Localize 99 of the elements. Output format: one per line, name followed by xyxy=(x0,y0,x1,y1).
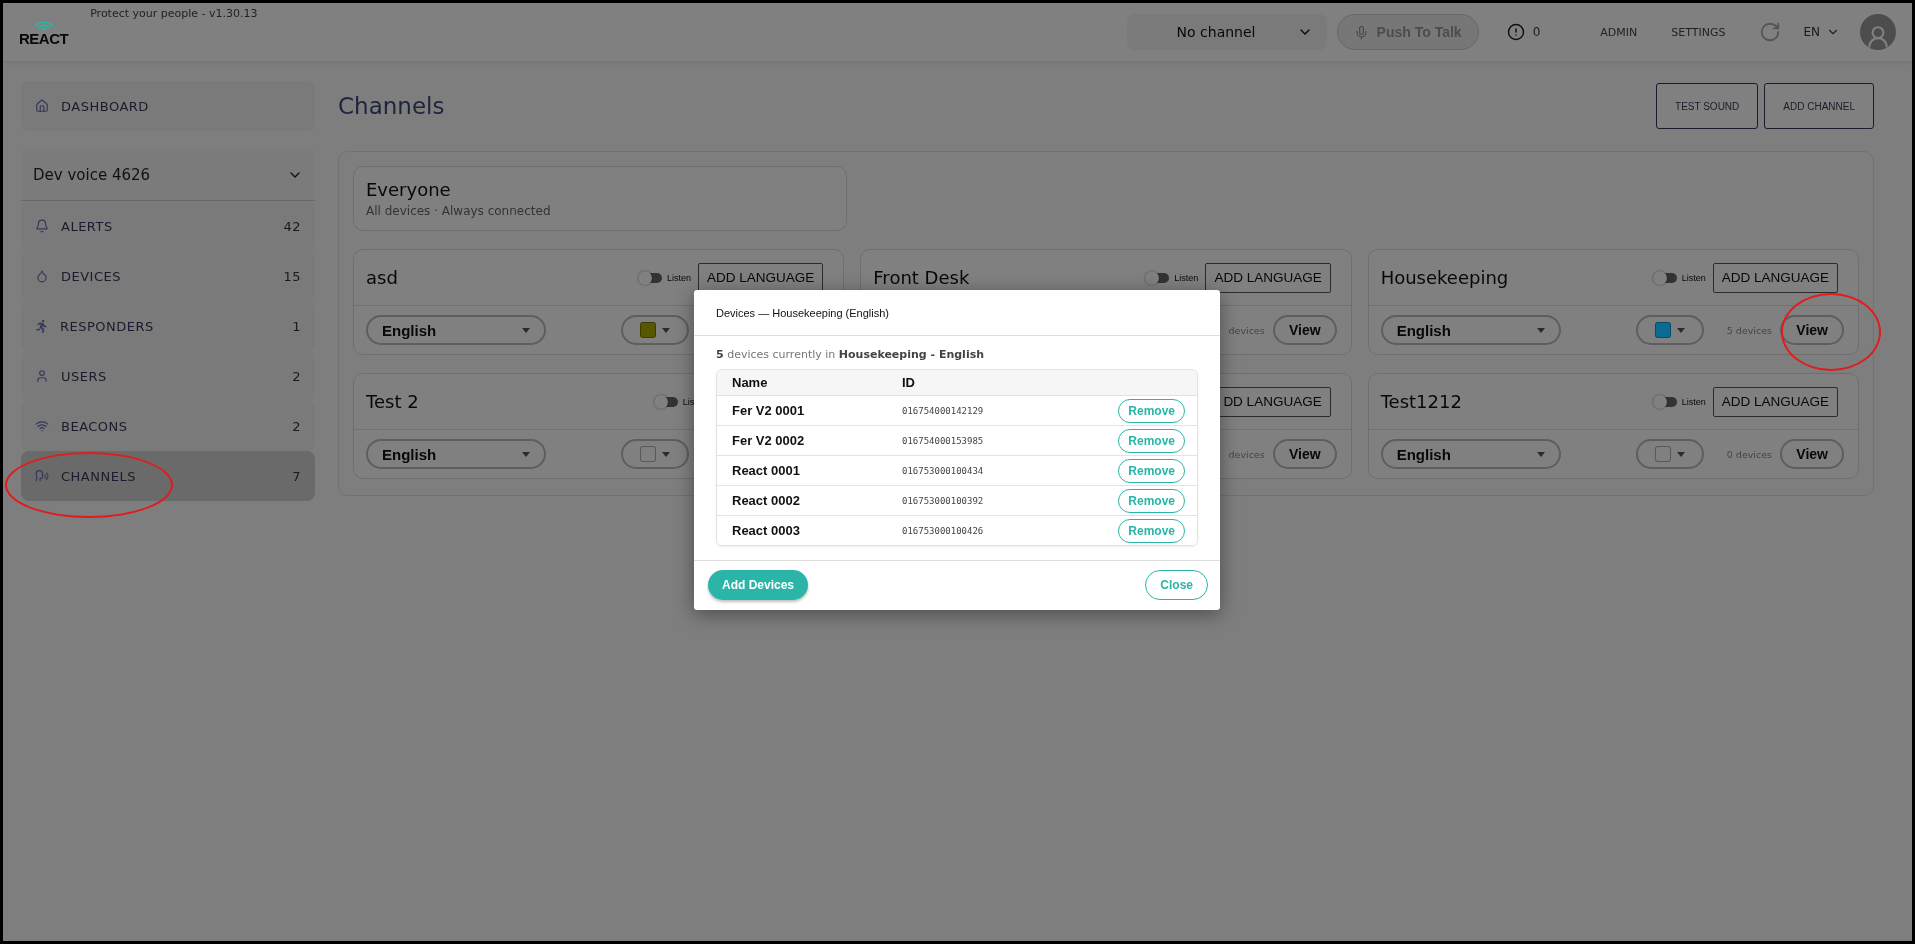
sidebar-item[interactable]: BEACONS 2 xyxy=(21,401,315,451)
listen-label: Lis xyxy=(682,396,695,407)
device-id: 016754000153985 xyxy=(902,435,985,446)
listen-toggle[interactable] xyxy=(640,272,662,283)
item-count: 42 xyxy=(283,218,301,234)
column-header: ID xyxy=(902,375,916,390)
listen-toggle[interactable] xyxy=(1654,396,1677,407)
channel-name: Front Desk xyxy=(873,267,970,288)
caret-icon xyxy=(1677,327,1685,333)
color-select[interactable] xyxy=(1636,315,1704,345)
channel-name: Test 2 xyxy=(366,391,419,412)
caret-icon xyxy=(662,451,671,457)
item-count: 2 xyxy=(292,418,301,434)
outline-button[interactable]: ADD CHANNEL xyxy=(1764,83,1874,129)
alert-icon[interactable] xyxy=(1506,23,1525,41)
device-id: 016753000100392 xyxy=(902,495,985,506)
dialog-summary: 5 devices currently in Housekeeping - English xyxy=(716,348,986,361)
remove-button[interactable]: Remove xyxy=(1118,488,1185,513)
caret-icon xyxy=(1536,327,1545,333)
listen-label: Listen xyxy=(1681,396,1706,407)
runner-icon xyxy=(35,319,48,333)
language-select[interactable]: English xyxy=(366,315,546,345)
caret-icon xyxy=(522,327,530,333)
sidebar-item[interactable]: RESPONDERS 1 xyxy=(21,301,315,351)
wifi-icon xyxy=(35,419,49,433)
card-title: Everyone xyxy=(366,179,452,200)
color-select[interactable] xyxy=(1636,439,1704,469)
view-button[interactable]: View xyxy=(1273,439,1337,469)
remove-button[interactable]: Remove xyxy=(1118,518,1185,543)
device-id: 016753000100426 xyxy=(902,525,985,536)
close-button[interactable]: Close xyxy=(1145,570,1208,600)
channel-name: asd xyxy=(366,267,398,288)
listen-label: Listen xyxy=(1174,272,1199,283)
sidebar-item[interactable]: CHANNELS 7 xyxy=(21,451,315,501)
sidebar-item[interactable]: ALERTS 42 xyxy=(21,201,315,251)
outline-button[interactable]: TEST SOUND xyxy=(1656,83,1759,129)
language-select[interactable]: English xyxy=(1380,315,1561,345)
microphone-icon xyxy=(1353,24,1369,40)
channel-select[interactable]: No channel xyxy=(1126,14,1327,50)
caret-icon xyxy=(1677,451,1685,457)
caret-icon xyxy=(662,327,671,333)
device-count: devices xyxy=(1228,448,1265,460)
device-name: Fer V2 0002 xyxy=(732,433,806,448)
language-select[interactable]: English xyxy=(1380,439,1561,469)
item-count: 7 xyxy=(292,468,301,484)
view-button[interactable]: View xyxy=(1273,315,1337,345)
view-button[interactable]: View xyxy=(1780,439,1844,469)
listen-label: Listen xyxy=(1681,272,1706,283)
avatar[interactable] xyxy=(1860,14,1896,50)
remove-button[interactable]: Remove xyxy=(1118,428,1185,453)
listen-toggle[interactable] xyxy=(1654,272,1677,283)
device-name: React 0002 xyxy=(732,493,801,508)
caret-icon xyxy=(522,451,530,457)
item-count: 2 xyxy=(292,368,301,384)
page-title: Channels xyxy=(338,93,446,119)
add-language-button[interactable]: ADD LANGUAGE xyxy=(1712,386,1838,417)
device-name: React 0001 xyxy=(732,463,801,478)
add-devices-button[interactable]: Add Devices xyxy=(708,570,809,600)
alert-count: 0 xyxy=(1532,25,1541,39)
add-language-button[interactable]: ADD LANGUAGE xyxy=(1712,262,1838,293)
column-header: Name xyxy=(732,375,769,390)
droplet-icon xyxy=(35,269,49,283)
card-subtitle: All devices · Always connected xyxy=(366,204,552,218)
add-language-button[interactable]: ADD LANGUAGE xyxy=(698,262,824,293)
listen-toggle[interactable] xyxy=(655,396,678,407)
device-count: devices xyxy=(1228,324,1265,336)
caret-icon xyxy=(1536,451,1545,457)
remove-button[interactable]: Remove xyxy=(1118,458,1185,483)
dialog-title: Devices — Housekeeping (English) xyxy=(694,290,1220,336)
user-icon xyxy=(35,369,49,383)
sidebar-item[interactable]: USERS 2 xyxy=(21,351,315,401)
nav-link[interactable]: SETTINGS xyxy=(1671,25,1726,39)
listen-toggle[interactable] xyxy=(1147,272,1170,283)
language-select[interactable]: EN xyxy=(1803,25,1820,39)
color-select[interactable] xyxy=(621,439,690,469)
bell-icon xyxy=(35,219,49,233)
item-count: 15 xyxy=(283,268,301,284)
nav-link[interactable]: ADMIN xyxy=(1600,25,1638,39)
item-count: 1 xyxy=(292,318,301,334)
refresh-icon[interactable] xyxy=(1759,21,1782,43)
home-icon xyxy=(35,99,49,113)
device-count: 5 devices xyxy=(1726,324,1772,336)
speaking-person-icon xyxy=(35,469,49,483)
color-select[interactable] xyxy=(621,315,690,345)
dashboard-link[interactable]: DASHBOARD xyxy=(21,81,315,131)
tagline: Protect your people - v1.30.13 xyxy=(90,7,258,20)
remove-button[interactable]: Remove xyxy=(1118,398,1185,423)
channel-name: Housekeeping xyxy=(1380,267,1509,288)
site-select[interactable]: Dev voice 4626 xyxy=(21,149,315,201)
add-language-button[interactable]: ADD LANGUAGE xyxy=(1205,262,1331,293)
listen-label: Listen xyxy=(667,272,692,283)
sidebar-item[interactable]: DEVICES 15 xyxy=(21,251,315,301)
logo-text: REACT xyxy=(19,29,69,47)
device-id: 016754000142129 xyxy=(902,405,985,416)
channel-name: Test1212 xyxy=(1380,391,1462,412)
device-name: React 0003 xyxy=(732,523,801,538)
device-name: Fer V2 0001 xyxy=(732,403,806,418)
language-select[interactable]: English xyxy=(366,439,546,469)
device-id: 016753000100434 xyxy=(902,465,985,476)
